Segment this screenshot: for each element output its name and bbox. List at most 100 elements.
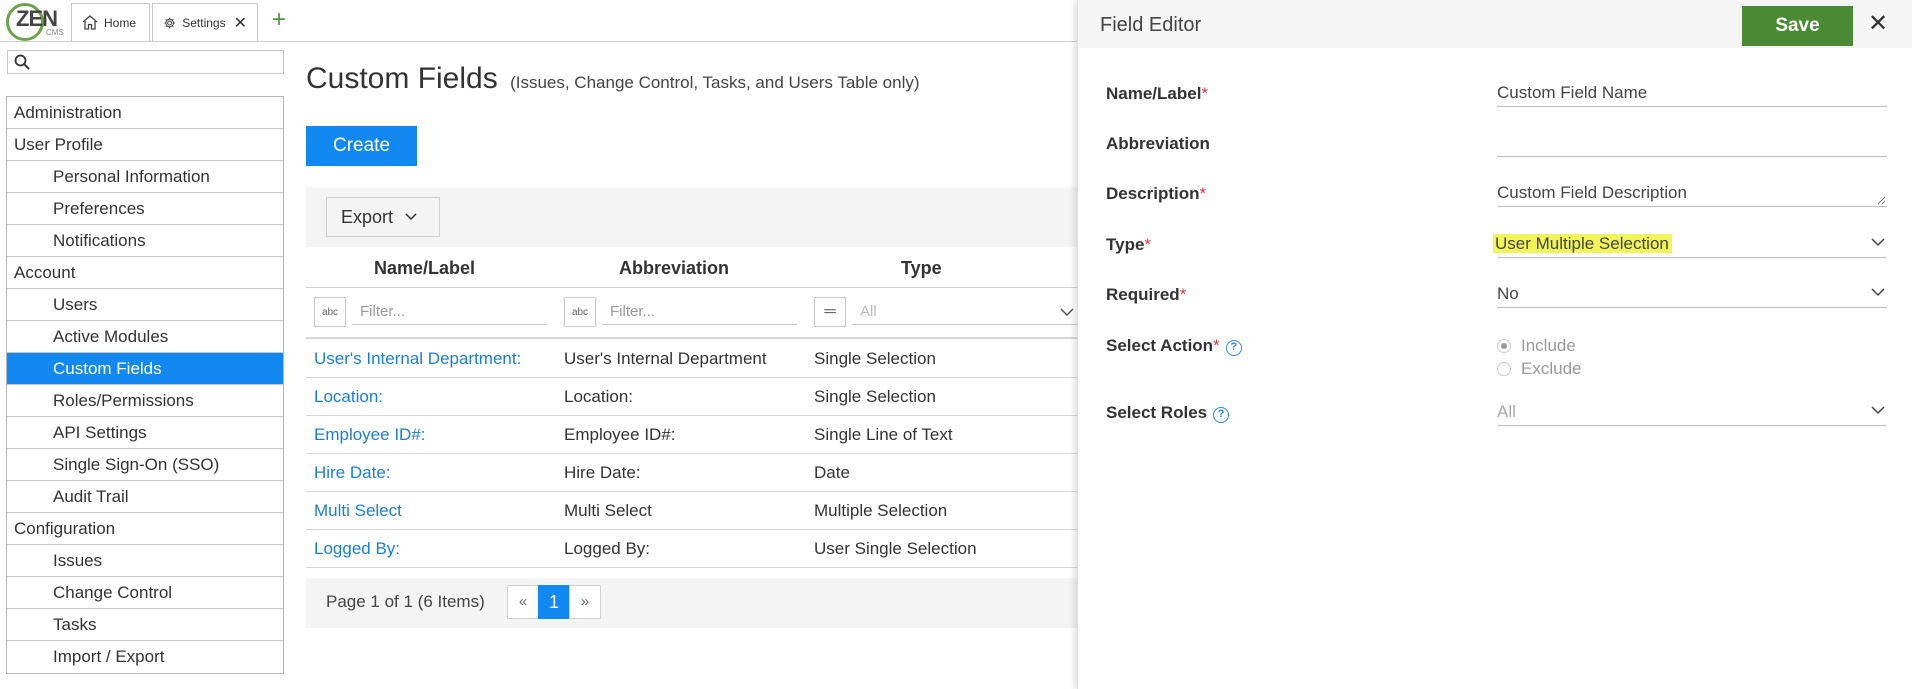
pager-summary: Page 1 of 1 (6 Items) (326, 592, 485, 611)
table-row[interactable]: Multi Select Multi Select Multiple Selecti… (306, 492, 1080, 530)
save-button[interactable]: Save (1742, 6, 1853, 46)
radio-checked-icon (1497, 339, 1511, 353)
required-marker: * (1201, 84, 1209, 103)
text-filter-icon: abc (321, 306, 339, 318)
cell-type: Multiple Selection (814, 501, 948, 520)
equals-icon: ═ (824, 303, 836, 320)
filter-operator-button[interactable]: abc (314, 297, 346, 327)
sidebar-item-notifications[interactable]: Notifications (7, 225, 283, 257)
chevron-down-icon (1871, 406, 1885, 415)
sidebar-item-active-modules[interactable]: Active Modules (7, 321, 283, 353)
sidebar-item-preferences[interactable]: Preferences (7, 193, 283, 225)
cell-type: Date (814, 463, 850, 482)
include-radio[interactable]: Include (1497, 336, 1576, 356)
required-label: Required* (1106, 285, 1186, 305)
abbreviation-filter-input[interactable]: Filter... (602, 299, 797, 325)
description-field[interactable]: Custom Field Description (1497, 181, 1887, 207)
select-roles-label: Select Roles? (1106, 403, 1230, 423)
cell-name[interactable]: Employee ID#: (314, 425, 426, 445)
exclude-radio[interactable]: Exclude (1497, 359, 1581, 379)
cell-name[interactable]: Logged By: (314, 539, 400, 559)
page-subtitle: (Issues, Change Control, Tasks, and User… (510, 73, 920, 92)
table-row[interactable]: Location: Location: Single Selection (306, 378, 1080, 416)
help-icon[interactable]: ? (1213, 407, 1230, 423)
type-label-text: Type (1106, 235, 1145, 254)
sidebar-item-users[interactable]: Users (7, 289, 283, 321)
column-header-abbreviation[interactable]: Abbreviation (619, 258, 729, 279)
table-row[interactable]: User's Internal Department: User's Intern… (306, 340, 1080, 378)
sidebar-search-input[interactable] (7, 50, 284, 74)
sidebar-item-change-control[interactable]: Change Control (7, 577, 283, 609)
required-marker: * (1144, 235, 1152, 254)
table-row[interactable]: Employee ID#: Employee ID#: Single Line of… (306, 416, 1080, 454)
zen-logo[interactable]: ZEN CMS (6, 3, 64, 41)
type-select[interactable]: User Multiple Selection (1493, 232, 1887, 258)
pager-page-button[interactable]: 1 (538, 585, 570, 619)
name-field[interactable]: Custom Field Name (1497, 81, 1887, 107)
cell-name[interactable]: Multi Select (314, 501, 402, 521)
tab-settings-label: Settings (182, 15, 226, 30)
cell-abbr: Multi Select (564, 501, 652, 520)
create-button[interactable]: Create (306, 126, 417, 166)
roles-value: All (1497, 402, 1516, 421)
cell-name[interactable]: User's Internal Department: (314, 349, 521, 369)
sidebar-item-account[interactable]: Account (7, 257, 283, 289)
name-label-text: Name/Label (1106, 84, 1202, 103)
sidebar-item-tasks[interactable]: Tasks (7, 609, 283, 641)
help-icon[interactable]: ? (1225, 340, 1242, 356)
cell-type: Single Selection (814, 349, 936, 368)
abbreviation-field[interactable] (1497, 131, 1887, 157)
tab-home[interactable]: Home (71, 3, 150, 41)
cell-type: Single Selection (814, 387, 936, 406)
required-marker: * (1213, 336, 1220, 355)
required-select[interactable]: No (1497, 282, 1887, 308)
sidebar-item-single-sign-on-sso[interactable]: Single Sign-On (SSO) (7, 449, 283, 481)
close-tab-icon[interactable]: ✕ (234, 13, 247, 33)
cell-name[interactable]: Hire Date: (314, 463, 391, 483)
sidebar-item-import-export[interactable]: Import / Export (7, 641, 283, 673)
resize-handle-icon[interactable] (1877, 196, 1886, 205)
sidebar-item-issues[interactable]: Issues (7, 545, 283, 577)
column-header-type[interactable]: Type (901, 258, 942, 279)
radio-unchecked-icon (1497, 362, 1511, 376)
type-filter-select[interactable]: All (852, 299, 1082, 325)
sidebar-item-configuration[interactable]: Configuration (7, 513, 283, 545)
table-row[interactable]: Hire Date: Hire Date: Date (306, 454, 1080, 492)
pager-next-button[interactable]: » (569, 585, 601, 619)
export-button[interactable]: Export (326, 197, 440, 237)
cell-type: Single Line of Text (814, 425, 953, 444)
sidebar-item-personal-information[interactable]: Personal Information (7, 161, 283, 193)
filter-operator-button[interactable]: ═ (814, 297, 846, 327)
sidebar-item-audit-trail[interactable]: Audit Trail (7, 481, 283, 513)
add-tab-icon[interactable]: + (272, 6, 286, 34)
name-filter-input[interactable]: Filter... (352, 299, 547, 325)
sidebar-item-custom-fields[interactable]: Custom Fields (7, 353, 283, 385)
abbreviation-label: Abbreviation (1106, 134, 1210, 154)
cell-name[interactable]: Location: (314, 387, 383, 407)
type-filter-value: All (860, 303, 877, 320)
required-marker: * (1179, 285, 1187, 304)
column-header-name[interactable]: Name/Label (374, 258, 475, 279)
sidebar-item-api-settings[interactable]: API Settings (7, 417, 283, 449)
cell-type: User Single Selection (814, 539, 977, 558)
search-icon (14, 54, 30, 70)
sidebar-item-user-profile[interactable]: User Profile (7, 129, 283, 161)
required-label-text: Required (1106, 285, 1180, 304)
field-editor-header: Field Editor Save ✕ (1078, 0, 1912, 48)
table-row[interactable]: Logged By: Logged By: User Single Selectio… (306, 530, 1080, 568)
chevron-down-icon (405, 213, 417, 221)
sidebar-item-roles-permissions[interactable]: Roles/Permissions (7, 385, 283, 417)
cell-abbr: User's Internal Department (564, 349, 767, 368)
roles-select[interactable]: All (1497, 400, 1887, 426)
pager-prev-button[interactable]: « (507, 585, 539, 619)
tab-settings[interactable]: Settings ✕ (152, 3, 258, 41)
required-marker: * (1199, 184, 1207, 203)
page-title-text: Custom Fields (306, 62, 498, 95)
close-icon[interactable]: ✕ (1868, 12, 1888, 36)
sidebar-item-administration[interactable]: Administration (7, 97, 283, 129)
field-editor-title: Field Editor (1100, 14, 1202, 36)
select-action-label-text: Select Action (1106, 336, 1214, 355)
filter-operator-button[interactable]: abc (564, 297, 596, 327)
select-roles-label-text: Select Roles (1106, 403, 1208, 422)
select-action-label: Select Action*? (1106, 336, 1242, 356)
